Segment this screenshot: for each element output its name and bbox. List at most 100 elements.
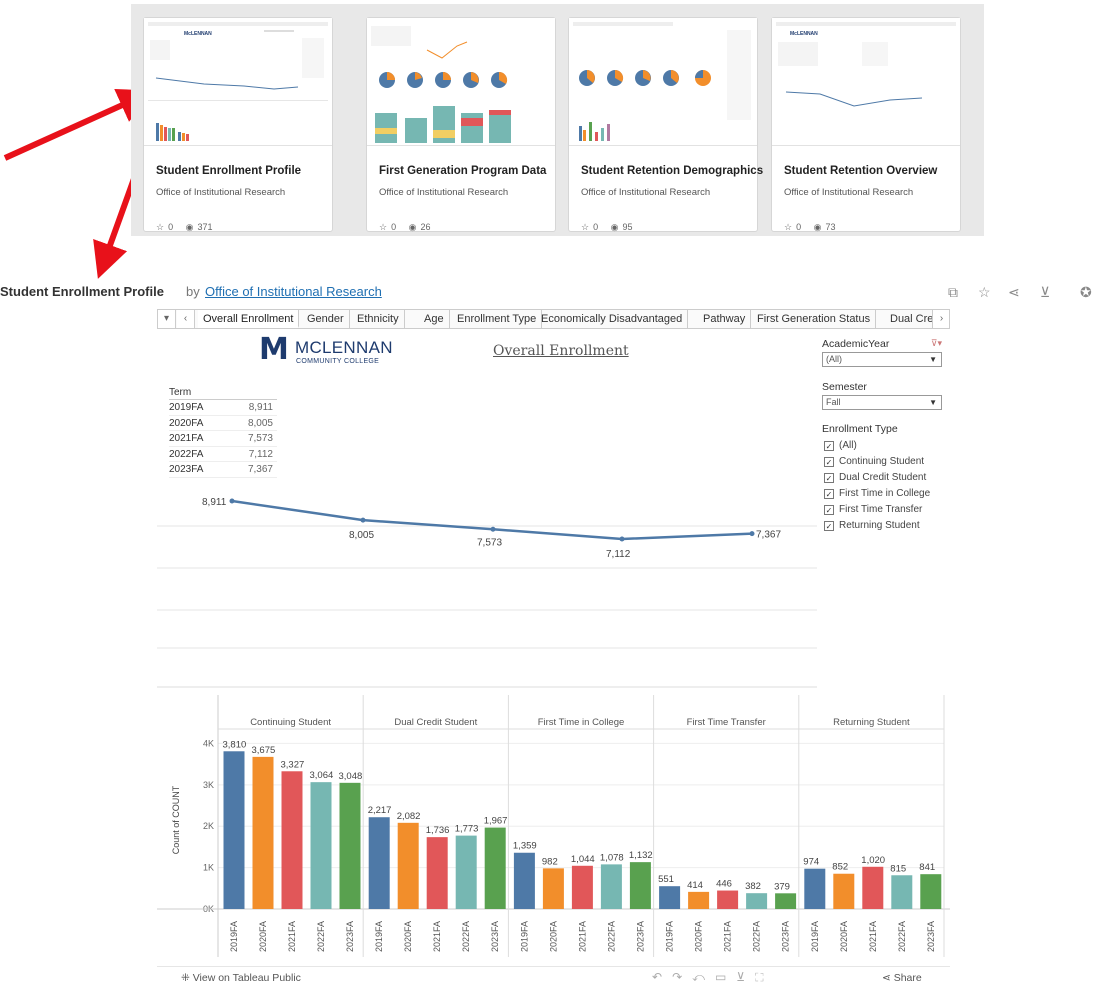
viz-card[interactable]: McLENNAN Student Retention Overview Offi… xyxy=(771,17,961,232)
fullscreen-icon[interactable]: ⛶ xyxy=(755,970,773,984)
line-point[interactable] xyxy=(619,536,625,542)
tab-pathway[interactable]: Pathway xyxy=(698,310,752,328)
bar[interactable] xyxy=(571,865,593,909)
tab-enrollment-type[interactable]: Enrollment Type xyxy=(452,310,543,328)
bar[interactable] xyxy=(804,868,826,909)
bar[interactable] xyxy=(281,771,303,909)
card-owner[interactable]: Office of Institutional Research xyxy=(581,187,710,198)
bar[interactable] xyxy=(397,822,419,909)
footer-toolbar: ↶↷⤺▭⊻⛶ xyxy=(652,970,774,985)
tab-age[interactable]: Age xyxy=(419,310,450,328)
enrollment-type-checkbox[interactable]: ✓ (All) xyxy=(822,438,942,454)
bar[interactable] xyxy=(600,864,622,909)
bar[interactable] xyxy=(862,866,884,909)
dashboard-title: Overall Enrollment xyxy=(493,343,629,359)
chevron-down-icon: ▼ xyxy=(929,398,937,407)
bar[interactable] xyxy=(920,874,942,909)
owner-link[interactable]: Office of Institutional Research xyxy=(205,284,382,299)
bar[interactable] xyxy=(629,862,651,909)
copy-icon[interactable]: ⧉ xyxy=(948,284,958,301)
bar[interactable] xyxy=(775,893,797,909)
checkbox-check-icon: ✓ xyxy=(824,521,834,531)
card-owner[interactable]: Office of Institutional Research xyxy=(784,187,913,198)
bar[interactable] xyxy=(368,817,390,909)
bar[interactable] xyxy=(252,756,274,909)
tab-overall-enrollment[interactable]: Overall Enrollment xyxy=(198,310,300,328)
card-stats: ☆ 0 ◉ 95 xyxy=(581,222,636,233)
bar[interactable] xyxy=(310,782,332,909)
bar[interactable] xyxy=(455,835,477,909)
pause-icon[interactable]: ▭ xyxy=(715,970,736,984)
bar[interactable] xyxy=(688,891,710,909)
card-title[interactable]: Student Retention Demographics xyxy=(581,165,763,177)
badge-icon[interactable]: ✪ xyxy=(1080,284,1092,301)
line-point[interactable] xyxy=(229,498,235,504)
card-title[interactable]: Student Retention Overview xyxy=(784,165,937,177)
star-icon[interactable]: ☆ xyxy=(156,222,164,232)
bar[interactable] xyxy=(659,886,681,909)
download-icon[interactable]: ⊻ xyxy=(1040,284,1050,301)
tab-gender[interactable]: Gender xyxy=(302,310,350,328)
sheet-tabs: ▾ ‹ Overall Enrollment Gender Ethnicity Age… xyxy=(157,309,950,329)
star-icon[interactable]: ☆ xyxy=(581,222,589,232)
star-icon[interactable]: ☆ xyxy=(784,222,792,232)
bar-data-label: 414 xyxy=(687,880,703,891)
redo-icon[interactable]: ↷ xyxy=(672,970,692,984)
enrollment-type-checkbox[interactable]: ✓ First Time in College xyxy=(822,486,942,502)
revert-icon[interactable]: ⤺ xyxy=(692,970,715,984)
enrollment-type-checkbox[interactable]: ✓ First Time Transfer xyxy=(822,502,942,518)
tabs-menu-icon[interactable]: ▾ xyxy=(158,310,176,328)
card-title[interactable]: First Generation Program Data xyxy=(379,165,546,177)
bar[interactable] xyxy=(833,873,855,909)
enrollment-type-checkbox[interactable]: ✓ Dual Credit Student xyxy=(822,470,942,486)
bar[interactable] xyxy=(717,890,739,909)
bar[interactable] xyxy=(223,751,245,909)
academic-year-dropdown[interactable]: (All) ▼ xyxy=(822,352,942,367)
enrollment-type-checkbox[interactable]: ✓ Continuing Student xyxy=(822,454,942,470)
viz-card[interactable]: McLENNAN Student Enrollment Profile Offi… xyxy=(143,17,333,232)
bar[interactable] xyxy=(426,837,448,909)
bar-data-label: 852 xyxy=(832,862,848,873)
enrollment-type-bar-chart: 0K1K2K3K4KCount of COUNTContinuing Stude… xyxy=(157,695,950,957)
count-cell: 7,367 xyxy=(247,464,273,475)
x-tick-label: 2020FA xyxy=(839,921,849,952)
bar-data-label: 1,967 xyxy=(484,816,508,827)
bar[interactable] xyxy=(891,875,913,909)
clear-filter-icon[interactable]: ⊽▾ xyxy=(931,338,942,349)
share-button[interactable]: ⋖ Share xyxy=(882,972,922,984)
line-point[interactable] xyxy=(360,517,366,523)
x-tick-label: 2021FA xyxy=(287,921,297,952)
tab-first-generation-status[interactable]: First Generation Status xyxy=(752,310,877,328)
term-cell: 2020FA xyxy=(169,417,204,429)
card-owner[interactable]: Office of Institutional Research xyxy=(379,187,508,198)
star-icon[interactable]: ☆ xyxy=(379,222,387,232)
card-title[interactable]: Student Enrollment Profile xyxy=(156,165,301,177)
download-icon[interactable]: ⊻ xyxy=(736,970,755,984)
bar[interactable] xyxy=(339,782,361,909)
tabs-prev-icon[interactable]: ‹ xyxy=(177,310,195,328)
bar[interactable] xyxy=(542,868,564,909)
share-icon[interactable]: ⋖ xyxy=(1008,284,1020,301)
star-icon[interactable]: ☆ xyxy=(978,284,991,301)
y-axis-label: Count of COUNT xyxy=(171,785,181,854)
bar[interactable] xyxy=(513,852,535,909)
bar[interactable] xyxy=(746,893,768,909)
panel-title: First Time in College xyxy=(538,717,625,728)
tab-ethnicity[interactable]: Ethnicity xyxy=(352,310,405,328)
semester-dropdown[interactable]: Fall ▼ xyxy=(822,395,942,410)
y-tick-label: 2K xyxy=(203,821,214,831)
viz-card[interactable]: Student Retention Demographics Office of… xyxy=(568,17,763,233)
bar[interactable] xyxy=(484,827,506,909)
svg-text:McLENNAN: McLENNAN xyxy=(184,31,212,37)
card-owner[interactable]: Office of Institutional Research xyxy=(156,187,285,198)
view-on-tableau-link[interactable]: ⁜ View on Tableau Public xyxy=(181,972,301,984)
tab-economically-disadvantaged[interactable]: Economically Disadvantaged xyxy=(536,310,689,328)
enrollment-type-checkbox[interactable]: ✓ Returning Student xyxy=(822,518,942,534)
line-point[interactable] xyxy=(490,526,496,532)
bar-data-label: 446 xyxy=(716,879,732,890)
term-cell: 2019FA xyxy=(169,402,204,413)
line-point[interactable] xyxy=(749,531,755,537)
tabs-next-icon[interactable]: › xyxy=(932,310,949,328)
viz-card[interactable]: First Generation Program Data Office of … xyxy=(366,17,556,232)
undo-icon[interactable]: ↶ xyxy=(652,970,672,984)
